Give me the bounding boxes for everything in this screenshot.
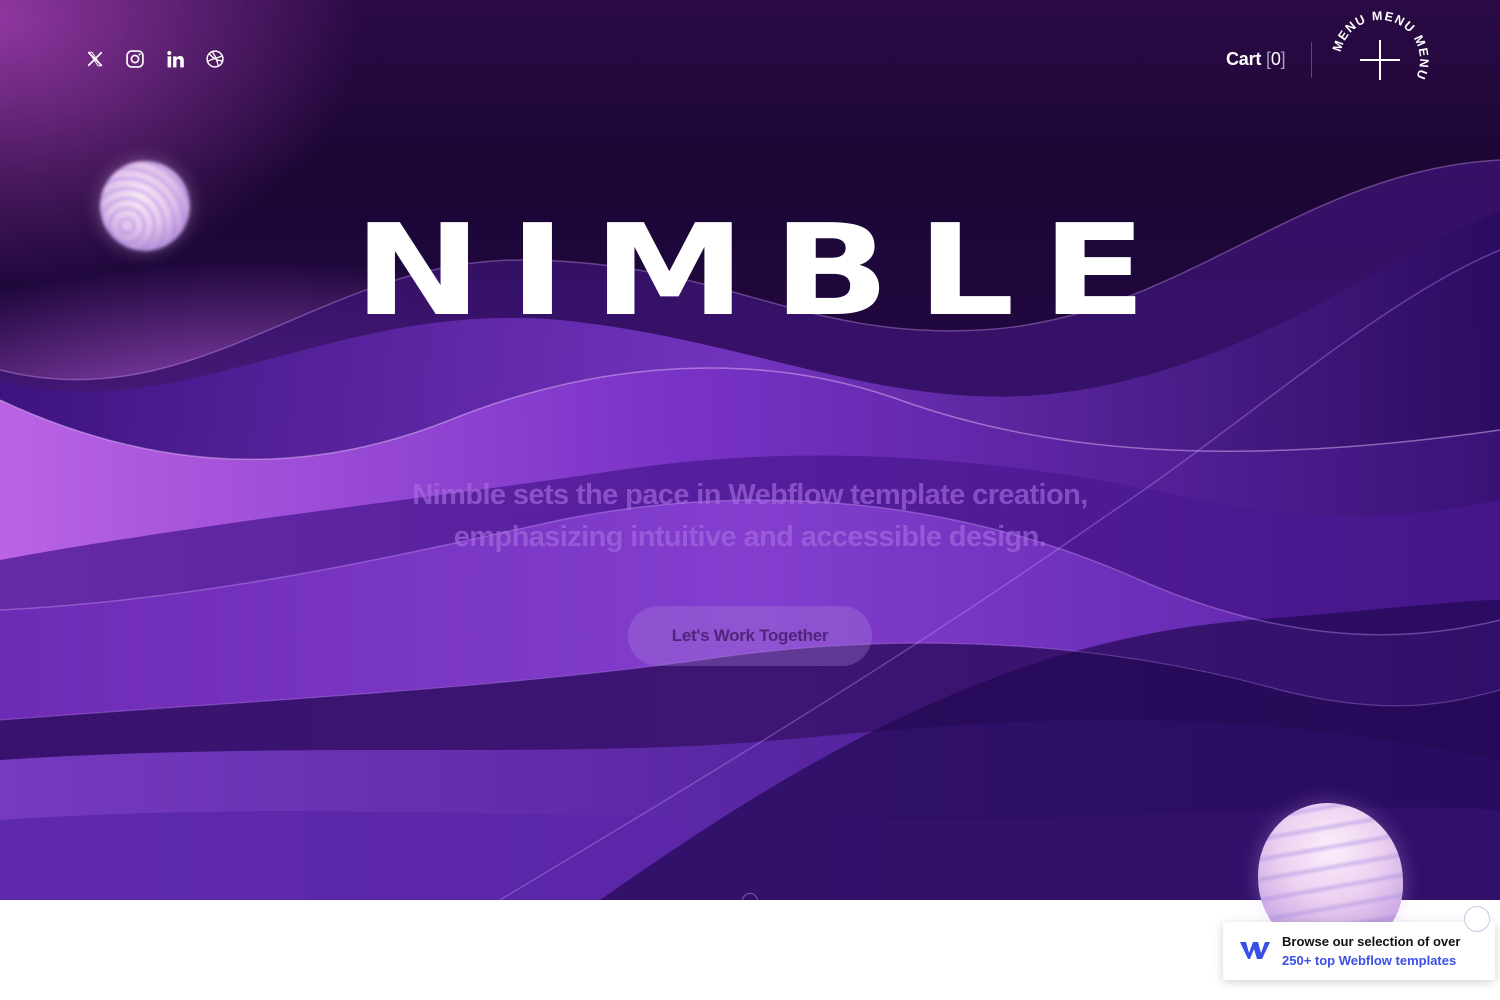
lets-work-together-button[interactable]: Let's Work Together [628,606,872,666]
cart-button[interactable]: Cart [0] [1226,49,1286,70]
webflow-logo-icon [1239,939,1271,966]
promo-close-button[interactable] [1464,906,1490,932]
promo-link-text[interactable]: 250+ top Webflow templates [1282,953,1456,968]
hero-title: NIMBLE [353,197,1174,344]
header-divider [1311,42,1312,78]
hero-section: Cart [0] MENU MENU MENU NIMBLE Nimble se… [0,0,1500,900]
hero-subtitle-line-2: emphasizing intuitive and accessible des… [453,521,1047,553]
menu-button[interactable]: MENU MENU MENU [1330,9,1430,110]
cart-bracket-close: ] [1280,49,1286,69]
cart-count: 0 [1270,49,1281,69]
social-links [83,47,227,71]
cart-label: Cart [1226,49,1262,69]
webflow-promo-banner[interactable]: Browse our selection of over 250+ top We… [1223,922,1495,980]
linkedin-icon[interactable] [163,47,187,71]
plus-icon [1360,40,1400,80]
wave-background [0,159,1500,900]
promo-text-line-1: Browse our selection of over [1282,934,1461,949]
x-icon[interactable] [83,47,107,71]
hero-subtitle: Nimble sets the pace in Webflow template… [350,474,1150,558]
hero-subtitle-line-1: Nimble sets the pace in Webflow template… [412,479,1088,511]
instagram-icon[interactable] [123,47,147,71]
dribbble-icon[interactable] [203,47,227,71]
